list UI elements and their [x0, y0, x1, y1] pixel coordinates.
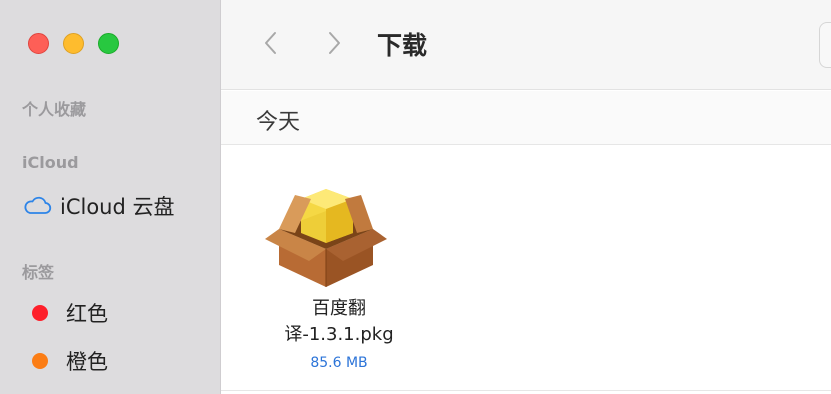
divider [221, 390, 831, 391]
minimize-button[interactable] [63, 33, 84, 54]
group-label-today: 今天 [256, 110, 301, 135]
file-name-line-1: 百度翻 [312, 298, 366, 319]
section-header-favorites: 个人收藏 [22, 100, 87, 119]
sidebar-item-label: iCloud 云盘 [60, 195, 175, 219]
close-button[interactable] [28, 33, 49, 54]
chevron-right-icon[interactable] [322, 28, 346, 58]
file-size: 85.6 MB [310, 355, 368, 371]
group-header: 今天 [221, 91, 831, 145]
section-header-tags: 标签 [22, 263, 55, 282]
file-item[interactable]: 百度翻 译-1.3.1.pkg 85.6 MB [249, 165, 429, 380]
window-controls [28, 33, 119, 54]
cloud-icon [24, 196, 52, 214]
chevron-left-icon[interactable] [259, 28, 283, 58]
sidebar-item-tag-orange[interactable]: 橙色 [22, 346, 108, 376]
sidebar-item-icloud-drive[interactable]: iCloud 云盘 [22, 191, 175, 221]
zoom-button[interactable] [98, 33, 119, 54]
red-tag-icon [32, 305, 48, 321]
sidebar: 个人收藏 iCloud iCloud 云盘 标签 红色 橙色 [0, 0, 221, 394]
finder-window: 个人收藏 iCloud iCloud 云盘 标签 红色 橙色 下载 今天 百度翻… [0, 0, 831, 394]
file-name-line-2: 译-1.3.1.pkg [284, 324, 394, 345]
package-icon [265, 189, 387, 287]
toolbar-control-edge[interactable] [819, 22, 831, 68]
sidebar-item-tag-red[interactable]: 红色 [22, 298, 108, 328]
sidebar-item-label: 橙色 [66, 350, 108, 374]
toolbar: 下载 [221, 0, 831, 90]
sidebar-item-label: 红色 [66, 302, 108, 326]
section-header-icloud: iCloud [22, 153, 79, 172]
main-content: 下载 今天 百度翻 译-1.3.1.pkg 85.6 MB [221, 0, 831, 394]
file-name: 百度翻 译-1.3.1.pkg [249, 296, 429, 348]
window-title: 下载 [377, 31, 428, 60]
orange-tag-icon [32, 353, 48, 369]
